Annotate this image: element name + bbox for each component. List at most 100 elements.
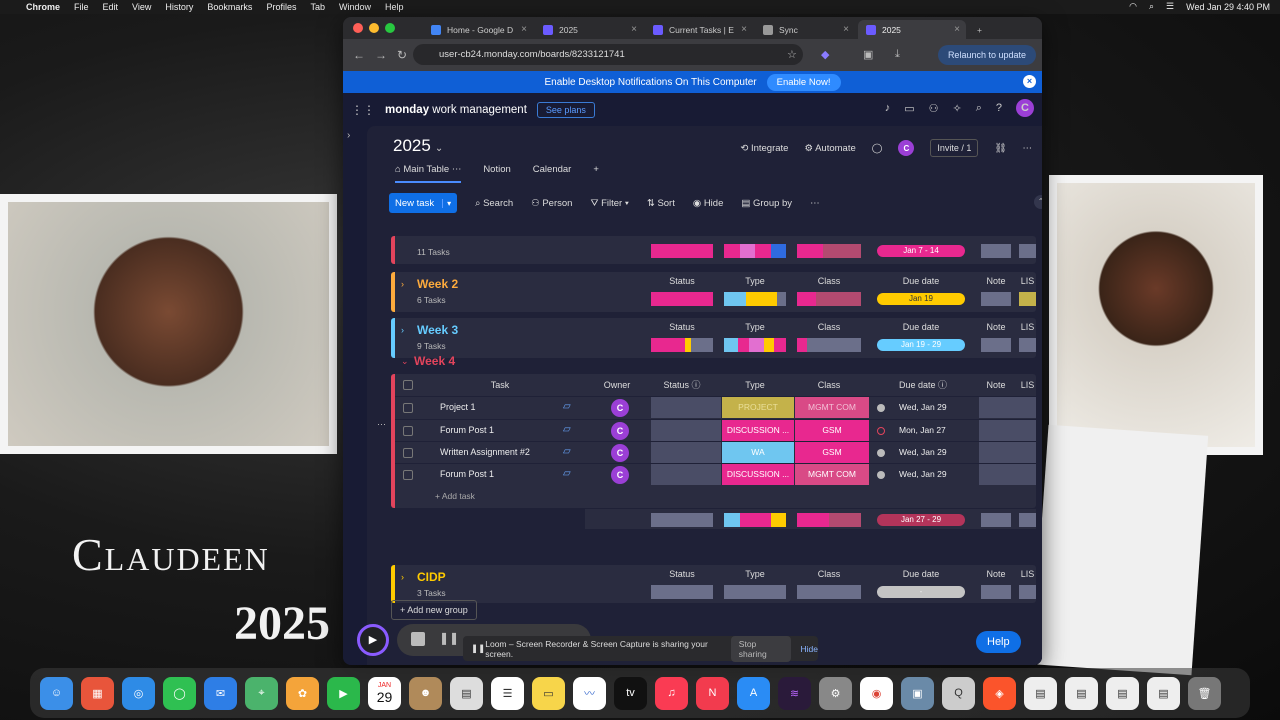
table-row[interactable]: Forum Post 1 ▱ C DISCUSSION ... GSM Mon,… xyxy=(395,419,1036,441)
mail-icon[interactable]: ✉ xyxy=(204,676,237,710)
search-icon[interactable]: ⌕ xyxy=(1149,1,1154,12)
col-task[interactable]: Task xyxy=(425,374,575,396)
view-options-icon[interactable]: ⋯ xyxy=(452,164,462,175)
group-title[interactable]: Week 3 xyxy=(417,323,458,337)
class-cell[interactable]: GSM xyxy=(795,420,869,441)
add-task-link[interactable]: + Add task xyxy=(435,491,475,501)
messages-icon[interactable]: ◯ xyxy=(163,676,196,710)
finder-window-icon[interactable]: ▤ xyxy=(450,676,483,710)
row-checkbox[interactable] xyxy=(403,426,413,436)
extension-icon[interactable]: ◆ xyxy=(821,48,829,61)
note-cell[interactable] xyxy=(979,397,1036,418)
maps-icon[interactable]: ⌖ xyxy=(245,676,278,710)
reload-icon[interactable]: ↻ xyxy=(397,48,407,62)
copy-link-icon[interactable]: ⛓ xyxy=(994,143,1006,154)
help-icon[interactable]: ? xyxy=(996,102,1002,114)
menubar-app-name[interactable]: Chrome xyxy=(26,2,60,12)
extensions-puzzle-icon[interactable]: ▣ xyxy=(863,48,873,61)
news-icon[interactable]: N xyxy=(696,676,729,710)
back-icon[interactable]: ← xyxy=(353,48,365,62)
col-type[interactable]: Type xyxy=(724,374,786,396)
col-type[interactable]: Type xyxy=(724,322,786,332)
col-note[interactable]: Note xyxy=(981,276,1011,286)
document-icon[interactable]: ▤ xyxy=(1106,676,1139,710)
minimize-window-button[interactable] xyxy=(369,23,379,33)
menubar-help[interactable]: Help xyxy=(385,2,404,12)
expand-group-icon[interactable]: › xyxy=(401,572,404,582)
menubar-datetime[interactable]: Wed Jan 29 4:40 PM xyxy=(1186,2,1270,12)
menubar-view[interactable]: View xyxy=(132,2,151,12)
collapse-group-icon[interactable]: ⌄ xyxy=(401,356,409,367)
freeform-icon[interactable]: 〰 xyxy=(573,676,606,710)
document-icon[interactable]: ▤ xyxy=(1065,676,1098,710)
group-by-button[interactable]: ▤ Group by xyxy=(741,198,792,209)
due-date-cell[interactable]: Wed, Jan 29 xyxy=(877,397,947,418)
contacts-icon[interactable]: ☻ xyxy=(409,676,442,710)
owner-avatar[interactable]: C xyxy=(611,399,629,417)
status-cell[interactable] xyxy=(651,464,721,485)
invite-members-icon[interactable]: ⚇ xyxy=(929,102,939,115)
audio-app-icon[interactable]: ≋ xyxy=(778,676,811,710)
wifi-icon[interactable]: ◠ xyxy=(1129,1,1137,12)
group-week-3[interactable]: › Week 3 9 Tasks Status Type Class Due d… xyxy=(391,318,1036,358)
stop-recording-icon[interactable] xyxy=(411,632,425,646)
browser-tab-2025-active[interactable]: 2025 × xyxy=(858,20,966,39)
hide-button[interactable]: ◉ Hide xyxy=(693,198,723,209)
menubar-bookmarks[interactable]: Bookmarks xyxy=(207,2,252,12)
col-status[interactable]: Status xyxy=(651,569,713,579)
col-due[interactable]: Due date xyxy=(877,322,965,332)
updates-icon[interactable]: ▱ xyxy=(563,446,571,457)
new-tab-button[interactable]: + xyxy=(969,20,989,39)
type-cell[interactable]: PROJECT xyxy=(722,397,794,418)
calendar-icon[interactable]: JAN 29 xyxy=(368,676,401,710)
board-owner-avatar[interactable]: C xyxy=(898,140,915,156)
add-view-icon[interactable]: + xyxy=(593,164,599,183)
col-note[interactable]: Note xyxy=(981,569,1011,579)
automate-button[interactable]: ⚙ Automate xyxy=(804,143,855,154)
status-cell[interactable] xyxy=(651,420,721,441)
task-name[interactable]: Written Assignment #2 xyxy=(440,447,530,457)
launchpad-icon[interactable]: ▦ xyxy=(81,676,114,710)
tab-notion[interactable]: Notion xyxy=(483,164,510,183)
chevron-down-icon[interactable]: ⌄ xyxy=(435,143,443,154)
search-button[interactable]: ⌕ Search xyxy=(475,198,513,209)
maximize-window-button[interactable] xyxy=(385,23,395,33)
enable-now-button[interactable]: Enable Now! xyxy=(766,73,841,91)
apps-grid-icon[interactable]: ⋮⋮ xyxy=(351,103,375,117)
col-class[interactable]: Class xyxy=(797,276,861,286)
menubar-profiles[interactable]: Profiles xyxy=(266,2,296,12)
more-options-icon[interactable]: ⋯ xyxy=(1023,143,1033,154)
tab-calendar[interactable]: Calendar xyxy=(533,164,572,183)
col-class[interactable]: Class xyxy=(797,569,861,579)
class-cell[interactable]: GSM xyxy=(795,442,869,463)
see-plans-button[interactable]: See plans xyxy=(536,101,595,118)
type-cell[interactable]: DISCUSSION ... xyxy=(722,464,794,485)
bell-icon[interactable]: ♪ xyxy=(885,102,891,114)
sort-button[interactable]: ⇅ Sort xyxy=(647,198,675,209)
expand-group-icon[interactable]: › xyxy=(401,279,404,289)
stop-sharing-button[interactable]: Stop sharing xyxy=(730,635,791,662)
due-date-cell[interactable]: Mon, Jan 27 xyxy=(877,420,946,441)
info-icon[interactable]: ⓘ xyxy=(692,380,701,390)
col-lis[interactable]: LIS xyxy=(1019,322,1036,332)
filter-button[interactable]: ⛛ Filter ▾ xyxy=(590,198,628,209)
close-tab-icon[interactable]: × xyxy=(954,24,960,35)
table-row[interactable]: Forum Post 1 ▱ C DISCUSSION ... MGMT COM… xyxy=(395,463,1036,485)
menubar-history[interactable]: History xyxy=(165,2,193,12)
col-class[interactable]: Class xyxy=(797,322,861,332)
music-icon[interactable]: ♫ xyxy=(655,676,688,710)
close-window-button[interactable] xyxy=(353,23,363,33)
menubar-window[interactable]: Window xyxy=(339,2,371,12)
menubar-file[interactable]: File xyxy=(74,2,89,12)
row-menu-icon[interactable]: ⋯ xyxy=(377,419,386,430)
type-cell[interactable]: DISCUSSION ... xyxy=(722,420,794,441)
owner-avatar[interactable]: C xyxy=(611,444,629,462)
more-toolbar-icon[interactable]: ⋯ xyxy=(810,198,820,209)
updates-icon[interactable]: ▱ xyxy=(563,401,571,412)
updates-icon[interactable]: ▱ xyxy=(563,468,571,479)
trash-icon[interactable]: 🗑 xyxy=(1188,676,1221,710)
pause-icon[interactable]: ❚❚ xyxy=(439,631,459,645)
expand-sidebar-icon[interactable]: › xyxy=(347,130,361,144)
col-status[interactable]: Status ⓘ xyxy=(651,374,713,396)
bookmark-star-icon[interactable]: ☆ xyxy=(787,48,797,61)
